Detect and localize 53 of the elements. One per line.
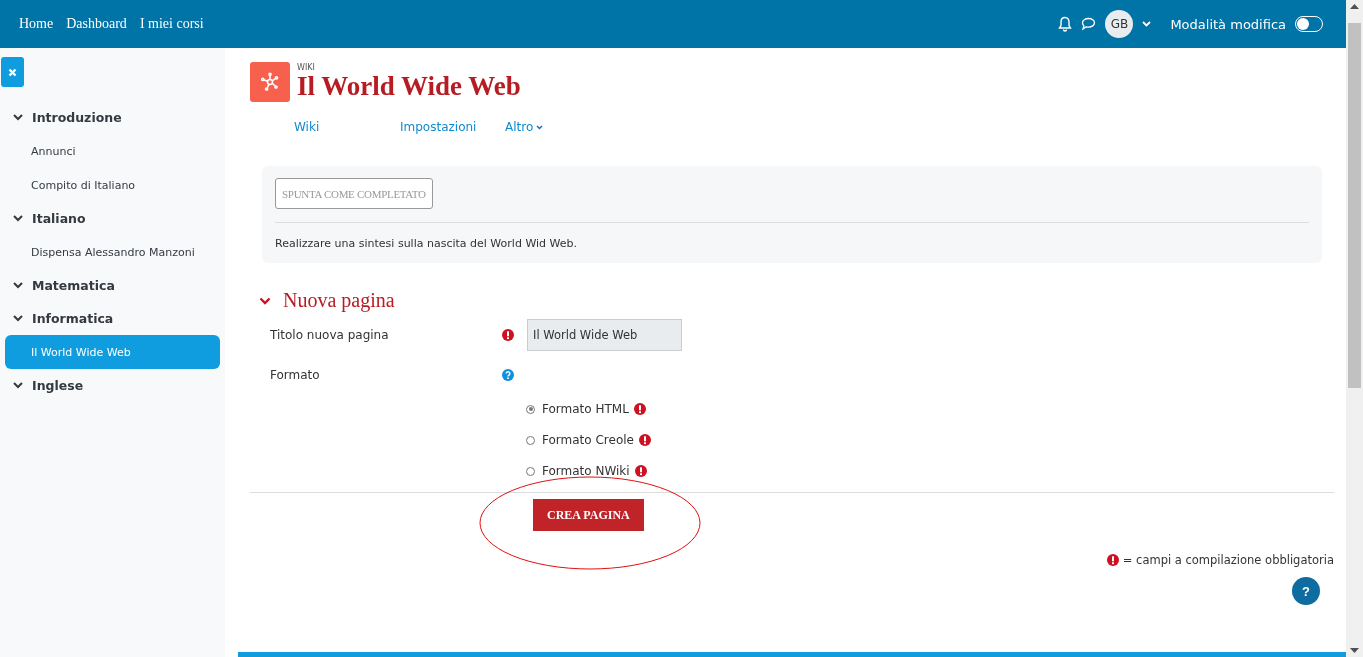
radio-label: Formato Creole [542,433,634,447]
close-icon[interactable] [8,67,17,77]
edit-mode-label: Modalità modifica [1170,16,1286,32]
user-avatar[interactable]: GB [1105,10,1134,38]
radio-label: Formato NWiki [542,464,630,478]
chevron-icon[interactable] [13,215,23,222]
page-title-input[interactable]: Il World Wide Web [527,319,682,351]
chevron-icon[interactable] [13,382,23,389]
activity-description: Realizzare una sintesi sulla nascita del World Wid Web. [275,237,579,250]
bell-icon[interactable] [1058,16,1073,32]
required-icon [1106,554,1119,566]
section-title[interactable]: Matematica [32,278,115,293]
chevron-icon[interactable] [13,114,23,121]
section-title[interactable]: Introduzione [32,110,122,125]
page-title: Il World Wide Web [297,71,521,102]
required-fields-note: = campi a compilazione obbligatoria [1122,553,1334,567]
section-title[interactable]: Inglese [32,378,84,393]
activity-type-label: WIKI [297,62,316,72]
edit-mode-toggle[interactable] [1295,16,1323,32]
scroll-down-icon[interactable] [1350,648,1359,653]
field-label: Titolo nuova pagina [270,328,390,342]
help-icon[interactable] [502,369,514,381]
secondary-nav-tab[interactable]: Altro [505,116,655,138]
format-radio[interactable] [526,435,535,445]
secondary-nav-tab[interactable]: Impostazioni [400,116,505,138]
wiki-icon [250,62,290,102]
course-activity-link[interactable]: Compito di Italiano [5,168,220,202]
section-title: Nuova pagina [283,289,395,312]
nav-link[interactable]: I miei corsi [139,16,204,32]
nav-link[interactable]: Home [19,16,54,32]
required-icon [638,434,651,446]
format-radio[interactable] [526,466,535,476]
section-title[interactable]: Italiano [32,211,86,226]
close-drawer-button[interactable] [1,57,24,87]
course-activity-link[interactable]: Dispensa Alessandro Manzoni [5,235,220,269]
scrollbar[interactable] [1346,0,1363,657]
section-title[interactable]: Informatica [32,311,114,326]
chevron-icon[interactable] [13,282,23,289]
course-activity-link[interactable]: Annunci [5,134,220,168]
collapse-caret-icon[interactable] [259,296,271,305]
create-page-button[interactable]: CREA PAGINA [533,499,644,531]
caret-icon[interactable] [536,124,544,130]
nav-link[interactable]: Dashboard [66,16,127,32]
required-icon [634,465,647,477]
required-icon [633,403,646,415]
chevron-icon[interactable] [13,315,23,322]
chat-icon[interactable] [1081,17,1097,31]
radio-label: Formato HTML [542,402,629,416]
help-button[interactable]: ? [1292,577,1320,605]
scroll-up-icon[interactable] [1350,4,1359,9]
field-label: Formato [270,368,321,382]
secondary-nav-tab[interactable]: Wiki [294,116,400,138]
format-radio[interactable] [526,404,535,414]
